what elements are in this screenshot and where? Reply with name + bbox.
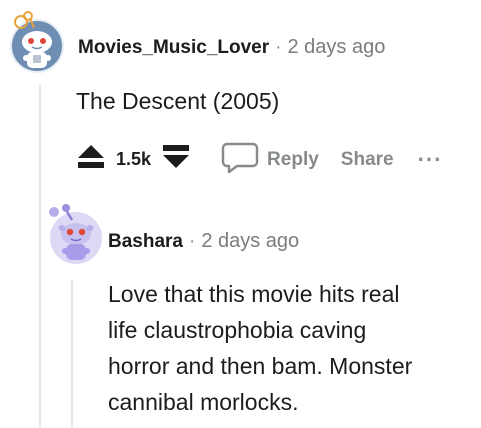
reply-line: cannibal morlocks. [108, 389, 299, 415]
share-button[interactable]: Share [341, 149, 394, 171]
avatar[interactable] [4, 8, 66, 74]
meta-separator: · [275, 37, 282, 58]
reply-icon[interactable] [221, 140, 259, 179]
meta-separator: · [189, 231, 196, 252]
comment-username[interactable]: Movies_Music_Lover [78, 37, 269, 59]
reply-line: Love that this movie hits real [108, 281, 400, 307]
reply-button[interactable]: Reply [267, 149, 319, 171]
downvote-icon[interactable] [161, 142, 191, 177]
comment-actions: 1.5k Reply Share ··· [76, 140, 443, 179]
reply-line: life claustrophobia caving [108, 317, 367, 343]
reply-username[interactable]: Bashara [108, 231, 183, 253]
upvote-icon[interactable] [76, 142, 106, 177]
reply-timestamp[interactable]: 2 days ago [201, 230, 299, 253]
reply-thread-line[interactable] [71, 280, 73, 428]
reply-line: horror and then bam. Monster [108, 353, 413, 379]
snoo-avatar-icon [49, 204, 102, 264]
comment-body: The Descent (2005) [76, 88, 280, 114]
comment-timestamp[interactable]: 2 days ago [287, 36, 385, 59]
reply-meta: Bashara · 2 days ago [108, 230, 299, 253]
snoo-avatar-icon [10, 11, 64, 73]
more-options-button[interactable]: ··· [418, 147, 443, 173]
comment-meta: Movies_Music_Lover · 2 days ago [78, 36, 385, 59]
reply-body: Love that this movie hits real life clau… [108, 276, 412, 420]
comment-thread-line[interactable] [39, 84, 41, 428]
reply-avatar[interactable] [42, 198, 104, 268]
vote-score: 1.5k [116, 149, 152, 169]
